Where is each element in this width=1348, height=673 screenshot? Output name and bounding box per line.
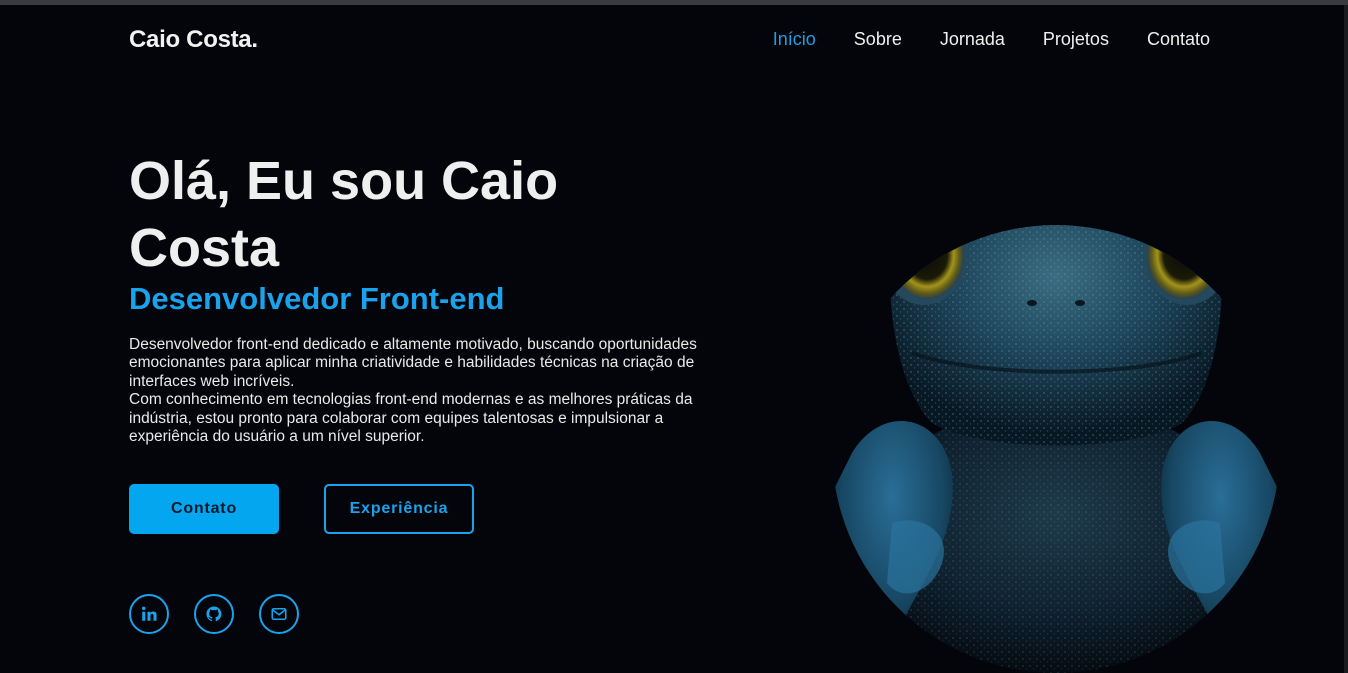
mail-icon xyxy=(271,608,287,620)
hero-subtitle: Desenvolvedor Front-end xyxy=(129,281,505,316)
linkedin-link[interactable] xyxy=(129,594,169,634)
hero-description: Desenvolvedor front-end dedicado e altam… xyxy=(129,336,729,446)
experience-button[interactable]: Experiência xyxy=(324,484,474,534)
main-nav: Início Sobre Jornada Projetos Contato xyxy=(773,29,1210,50)
profile-image xyxy=(832,153,1280,673)
email-link[interactable] xyxy=(259,594,299,634)
hero-title: Olá, Eu sou Caio Costa xyxy=(129,151,559,278)
page: Caio Costa. Início Sobre Jornada Projeto… xyxy=(0,5,1344,673)
contact-button[interactable]: Contato xyxy=(129,484,279,534)
frog-illustration xyxy=(832,225,1280,673)
nav-item-contato[interactable]: Contato xyxy=(1147,29,1210,50)
github-link[interactable] xyxy=(194,594,234,634)
scrollbar[interactable] xyxy=(1344,5,1348,673)
hero-description-p2: Com conhecimento em tecnologias front-en… xyxy=(129,391,693,446)
nav-item-inicio[interactable]: Início xyxy=(773,29,816,50)
nav-item-sobre[interactable]: Sobre xyxy=(854,29,902,50)
site-logo[interactable]: Caio Costa. xyxy=(129,26,258,54)
nav-item-jornada[interactable]: Jornada xyxy=(940,29,1005,50)
site-header: Caio Costa. Início Sobre Jornada Projeto… xyxy=(129,5,1210,73)
github-icon xyxy=(206,606,222,622)
social-links xyxy=(129,594,299,634)
linkedin-icon xyxy=(142,606,157,621)
nav-item-projetos[interactable]: Projetos xyxy=(1043,29,1109,50)
hero-description-p1: Desenvolvedor front-end dedicado e altam… xyxy=(129,336,697,390)
